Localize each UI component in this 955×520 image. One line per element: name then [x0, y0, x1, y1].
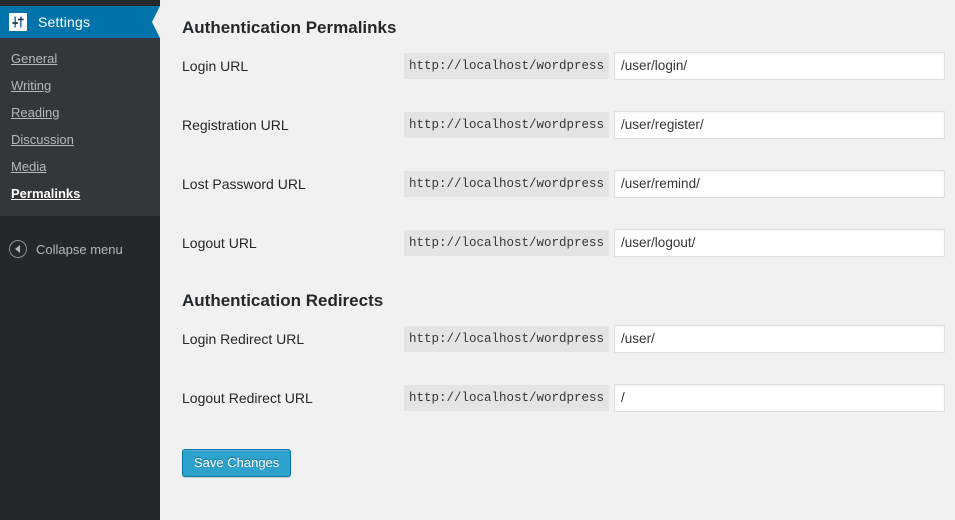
- section-title-authentication-permalinks: Authentication Permalinks: [182, 18, 397, 37]
- url-prefix-registration-url: http://localhost/wordpress: [404, 111, 610, 138]
- table-row: Lost Password URL http://localhost/wordp…: [182, 154, 945, 213]
- table-row: Registration URL http://localhost/wordpr…: [182, 95, 945, 154]
- save-changes-button[interactable]: Save Changes: [182, 449, 292, 477]
- collapse-menu-button[interactable]: Collapse menu: [0, 238, 160, 260]
- sidebar-item-media[interactable]: Media: [0, 153, 160, 180]
- login-redirect-url-input[interactable]: [614, 324, 945, 353]
- url-prefix-logout-url: http://localhost/wordpress: [404, 229, 610, 256]
- field-label-logout-redirect-url: Logout Redirect URL: [182, 389, 313, 406]
- sidebar-submenu: General Writing Reading Discussion Media…: [0, 38, 160, 216]
- sidebar-item-general[interactable]: General: [0, 45, 160, 72]
- table-row: Logout URL http://localhost/wordpress: [182, 213, 945, 272]
- url-prefix-login-redirect-url: http://localhost/wordpress: [404, 325, 610, 352]
- table-row: Login Redirect URL http://localhost/word…: [182, 309, 945, 368]
- sidebar-menu-settings-label: Settings: [38, 14, 91, 30]
- authentication-permalinks-table: Login URL http://localhost/wordpress Reg…: [182, 36, 945, 272]
- sidebar-item-permalinks[interactable]: Permalinks: [0, 180, 160, 207]
- table-row: Login URL http://localhost/wordpress: [182, 36, 945, 95]
- authentication-redirects-table: Login Redirect URL http://localhost/word…: [182, 309, 945, 427]
- logout-url-input[interactable]: [614, 228, 945, 257]
- field-label-logout-url: Logout URL: [182, 234, 257, 251]
- registration-url-input[interactable]: [614, 110, 945, 139]
- field-label-login-url: Login URL: [182, 57, 249, 74]
- field-cell-login-url: http://localhost/wordpress: [404, 36, 945, 95]
- url-prefix-lost-password-url: http://localhost/wordpress: [404, 170, 610, 197]
- submit-region: Save Changes: [182, 427, 945, 477]
- field-cell-logout-url: http://localhost/wordpress: [404, 213, 945, 272]
- login-url-input[interactable]: [614, 51, 945, 80]
- field-cell-logout-redirect-url: http://localhost/wordpress: [404, 368, 945, 427]
- field-label-login-redirect-url: Login Redirect URL: [182, 330, 305, 347]
- field-label-lost-password-url: Lost Password URL: [182, 175, 306, 192]
- sidebar-item-reading[interactable]: Reading: [0, 99, 160, 126]
- settings-content: Authentication Permalinks Login URL http…: [160, 0, 955, 520]
- sidebar-item-writing[interactable]: Writing: [0, 72, 160, 99]
- sidebar-menu-settings[interactable]: Settings: [0, 6, 160, 38]
- sidebar-item-discussion[interactable]: Discussion: [0, 126, 160, 153]
- field-label-registration-url: Registration URL: [182, 116, 289, 133]
- field-cell-lost-password-url: http://localhost/wordpress: [404, 154, 945, 213]
- logout-redirect-url-input[interactable]: [614, 383, 945, 412]
- section-title-authentication-redirects: Authentication Redirects: [182, 291, 384, 310]
- settings-sliders-icon: [9, 13, 27, 31]
- admin-screen: Settings General Writing Reading Discuss…: [0, 0, 955, 520]
- sidebar-current-arrow-icon: [152, 6, 160, 38]
- lost-password-url-input[interactable]: [614, 169, 945, 198]
- collapse-arrow-left-icon: [9, 240, 27, 258]
- field-cell-registration-url: http://localhost/wordpress: [404, 95, 945, 154]
- sidebar-collapse-region: Collapse menu: [0, 216, 160, 260]
- table-row: Logout Redirect URL http://localhost/wor…: [182, 368, 945, 427]
- url-prefix-login-url: http://localhost/wordpress: [404, 52, 610, 79]
- field-cell-login-redirect-url: http://localhost/wordpress: [404, 309, 945, 368]
- admin-sidebar: Settings General Writing Reading Discuss…: [0, 0, 160, 520]
- url-prefix-logout-redirect-url: http://localhost/wordpress: [404, 384, 610, 411]
- collapse-menu-label: Collapse menu: [36, 241, 123, 257]
